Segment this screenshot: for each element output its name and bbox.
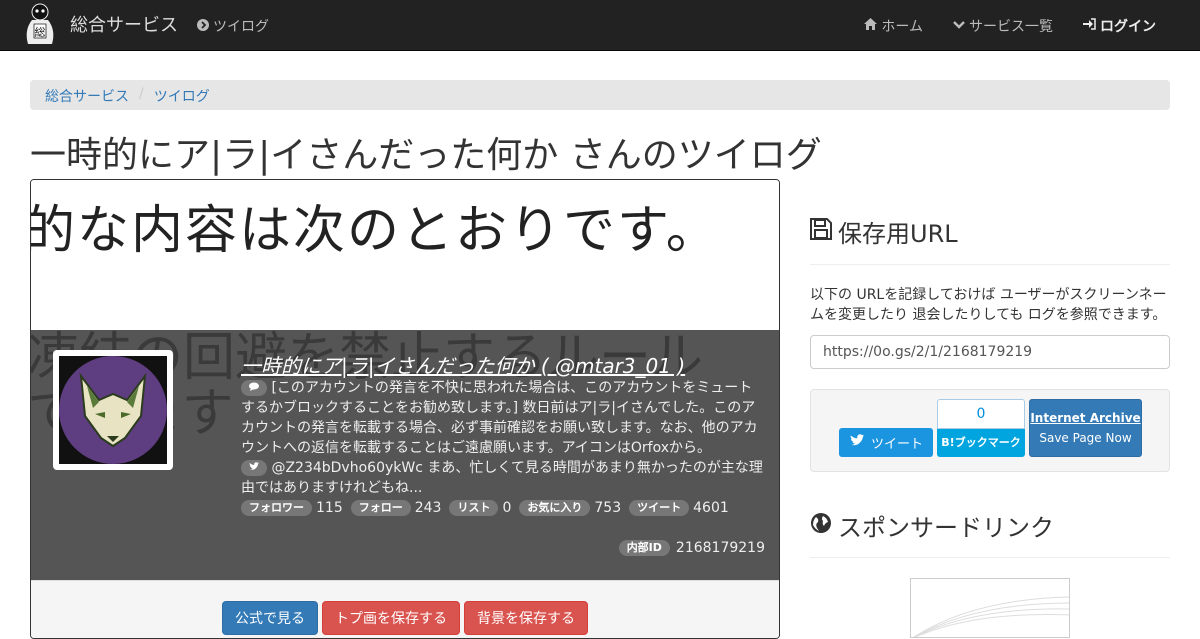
share-panel: ツイート 0 B!ブックマーク Internet Archive Save Pa… bbox=[810, 389, 1170, 472]
svg-text:総: 総 bbox=[35, 25, 46, 39]
save-url-field[interactable]: https://0o.gs/2/1/2168179219 bbox=[810, 335, 1170, 369]
globe-icon bbox=[810, 512, 832, 540]
last-tweet-text: @Z234bDvho60ykWc まあ、忙しくて見る時間があまり無かったのが主な… bbox=[241, 460, 763, 496]
home-icon bbox=[864, 18, 878, 34]
breadcrumb-separator: / bbox=[139, 86, 144, 102]
favorites-count: 753 bbox=[594, 500, 622, 516]
save-url-title: 保存用URL bbox=[838, 220, 958, 248]
profile-stats: フォロワー 115 フォロー 243 リスト 0 お気に入り 753 ツイート … bbox=[241, 500, 733, 516]
sponsor-title: スポンサードリンク bbox=[838, 514, 1054, 542]
breadcrumb-current[interactable]: ツイログ bbox=[154, 86, 210, 105]
tweets-count: 4601 bbox=[693, 500, 729, 516]
action-buttons: 公式で見る トプ画を保存する 背景を保存する bbox=[31, 580, 779, 638]
avatar[interactable] bbox=[53, 350, 173, 470]
brand-link[interactable]: 総 総合サービス bbox=[20, 2, 178, 46]
divider bbox=[810, 557, 1170, 558]
internal-id: 内部ID 2168179219 bbox=[618, 540, 765, 556]
nav-right: ホーム サービス一覧 ログイン bbox=[864, 16, 1156, 36]
save-url-description: 以下の URLを記録しておけば ユーザーがスクリーンネームを変更したり 退会した… bbox=[810, 287, 1167, 323]
nav-home-label: ホーム bbox=[881, 19, 923, 35]
navbar: 総 総合サービス ツイログ ホーム サービス一覧 ログイン bbox=[0, 0, 1200, 51]
following-count: 243 bbox=[414, 500, 442, 516]
ia-title: Internet Archive bbox=[1030, 411, 1141, 425]
fox-avatar-icon bbox=[59, 356, 167, 464]
hatena-bookmark-button[interactable]: B!ブックマーク bbox=[937, 429, 1025, 457]
ia-action: Save Page Now bbox=[1039, 431, 1132, 445]
chevron-down-icon bbox=[953, 18, 965, 34]
breadcrumb-home[interactable]: 総合サービス bbox=[45, 86, 129, 105]
internal-id-label: 内部ID bbox=[618, 540, 670, 556]
banner-text: 的な内容は次のとおりです。 bbox=[31, 201, 720, 261]
nav-login-label: ログイン bbox=[1100, 19, 1156, 35]
nav-login-link[interactable]: ログイン bbox=[1083, 16, 1156, 36]
divider bbox=[810, 264, 1170, 265]
followers-label: フォロワー bbox=[241, 500, 312, 516]
chevron-circle-right-icon bbox=[197, 18, 209, 34]
lists-label: リスト bbox=[449, 500, 499, 516]
lists-count: 0 bbox=[502, 500, 512, 516]
sponsored-ad-image[interactable] bbox=[910, 578, 1070, 638]
page-title: 一時的にア|ラ|イさんだった何か さんのツイログ bbox=[30, 135, 822, 176]
header-banner-image: 的な内容は次のとおりです。 bbox=[31, 180, 779, 330]
nav-twilog-link[interactable]: ツイログ bbox=[197, 16, 269, 36]
nav-home-link[interactable]: ホーム bbox=[864, 16, 923, 36]
profile-card: 的な内容は次のとおりです。 凍結の回避を禁止するルール てきます 一時的にア|ラ… bbox=[30, 179, 780, 639]
nav-services-link[interactable]: サービス一覧 bbox=[953, 16, 1053, 36]
internal-id-value: 2168179219 bbox=[675, 540, 765, 556]
profile-description: [このアカウントの発言を不快に思われた場合は、このアカウントをミュートするかブロ… bbox=[241, 378, 765, 498]
save-url-heading: 保存用URL bbox=[810, 214, 958, 249]
sponsor-heading: スポンサードリンク bbox=[810, 508, 1054, 543]
following-label: フォロー bbox=[350, 500, 411, 516]
hatena-count: 0 bbox=[937, 399, 1025, 429]
brand-name: 総合サービス bbox=[70, 15, 178, 36]
followers-count: 115 bbox=[316, 500, 343, 516]
profile-panel: 凍結の回避を禁止するルール てきます 一時的にア|ラ|イさんだった何か ( @m… bbox=[31, 330, 779, 580]
save-disk-icon bbox=[810, 217, 832, 246]
nav-twilog-label: ツイログ bbox=[213, 19, 269, 35]
favorites-label: お気に入り bbox=[519, 500, 591, 516]
nav-services-label: サービス一覧 bbox=[969, 19, 1053, 35]
tweet-label: ツイート bbox=[870, 437, 923, 452]
twitter-icon bbox=[241, 460, 267, 476]
profile-name-link[interactable]: 一時的にア|ラ|イさんだった何か ( @mtar3_01 ) bbox=[241, 350, 685, 379]
tweet-button[interactable]: ツイート bbox=[839, 428, 933, 457]
bio-text: [このアカウントの発言を不快に思われた場合は、このアカウントをミュートするかブロ… bbox=[241, 380, 758, 456]
internet-archive-button[interactable]: Internet Archive Save Page Now bbox=[1029, 399, 1142, 457]
sign-in-icon bbox=[1083, 18, 1096, 34]
breadcrumb: 総合サービス / ツイログ bbox=[30, 80, 1170, 110]
comment-icon bbox=[241, 380, 267, 396]
tweets-label: ツイート bbox=[629, 500, 690, 516]
logo-icon: 総 bbox=[20, 2, 60, 46]
twitter-bird-icon bbox=[849, 434, 865, 451]
